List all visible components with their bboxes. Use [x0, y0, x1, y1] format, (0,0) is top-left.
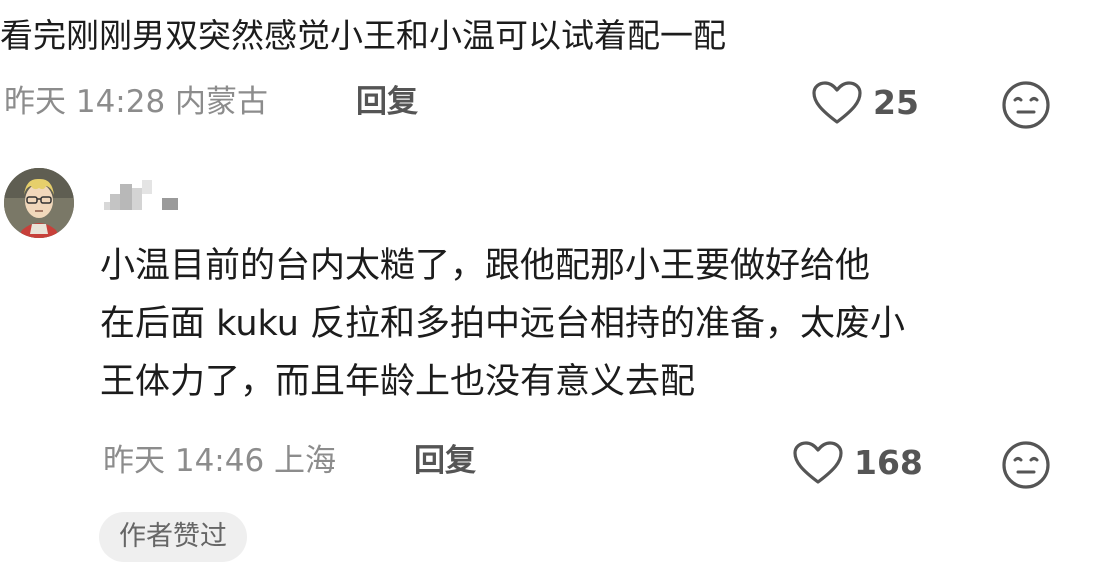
- comment-1-meta: 昨天 14:28 内蒙古: [4, 84, 269, 120]
- comment-2-line: 小温目前的台内太糙了，跟他配那小王要做好给他: [100, 246, 871, 286]
- author-liked-badge: 作者赞过: [99, 512, 247, 562]
- comment-1-text: 看完刚刚男双突然感觉小王和小温可以试着配一配: [0, 16, 726, 55]
- comment-1-dislike-button[interactable]: [1001, 80, 1051, 134]
- heart-outline-icon: [811, 80, 863, 126]
- comment-2-like-button[interactable]: 168: [792, 440, 923, 486]
- comment-1-like-button[interactable]: 25: [811, 80, 919, 126]
- comment-2-dislike-button[interactable]: [1001, 440, 1051, 494]
- comment-2-line: 在后面 kuku 反拉和多拍中远台相持的准备，太废小: [100, 304, 906, 344]
- comment-2-like-count: 168: [854, 443, 923, 482]
- comment-2-line: 王体力了，而且年龄上也没有意义去配: [100, 362, 696, 402]
- neutral-face-icon: [1001, 441, 1051, 494]
- neutral-face-icon: [1001, 81, 1051, 134]
- comment-2-meta: 昨天 14:46 上海: [103, 443, 337, 479]
- comment-2-text: 小温目前的台内太糙了，跟他配那小王要做好给他 在后面 kuku 反拉和多拍中远台…: [100, 237, 1060, 411]
- heart-outline-icon: [792, 440, 844, 486]
- comment-2-reply-button[interactable]: 回复: [414, 441, 476, 481]
- username-blurred[interactable]: [104, 180, 184, 214]
- avatar[interactable]: [4, 168, 74, 238]
- comment-1-like-count: 25: [873, 83, 919, 122]
- comment-1-reply-button[interactable]: 回复: [356, 82, 418, 122]
